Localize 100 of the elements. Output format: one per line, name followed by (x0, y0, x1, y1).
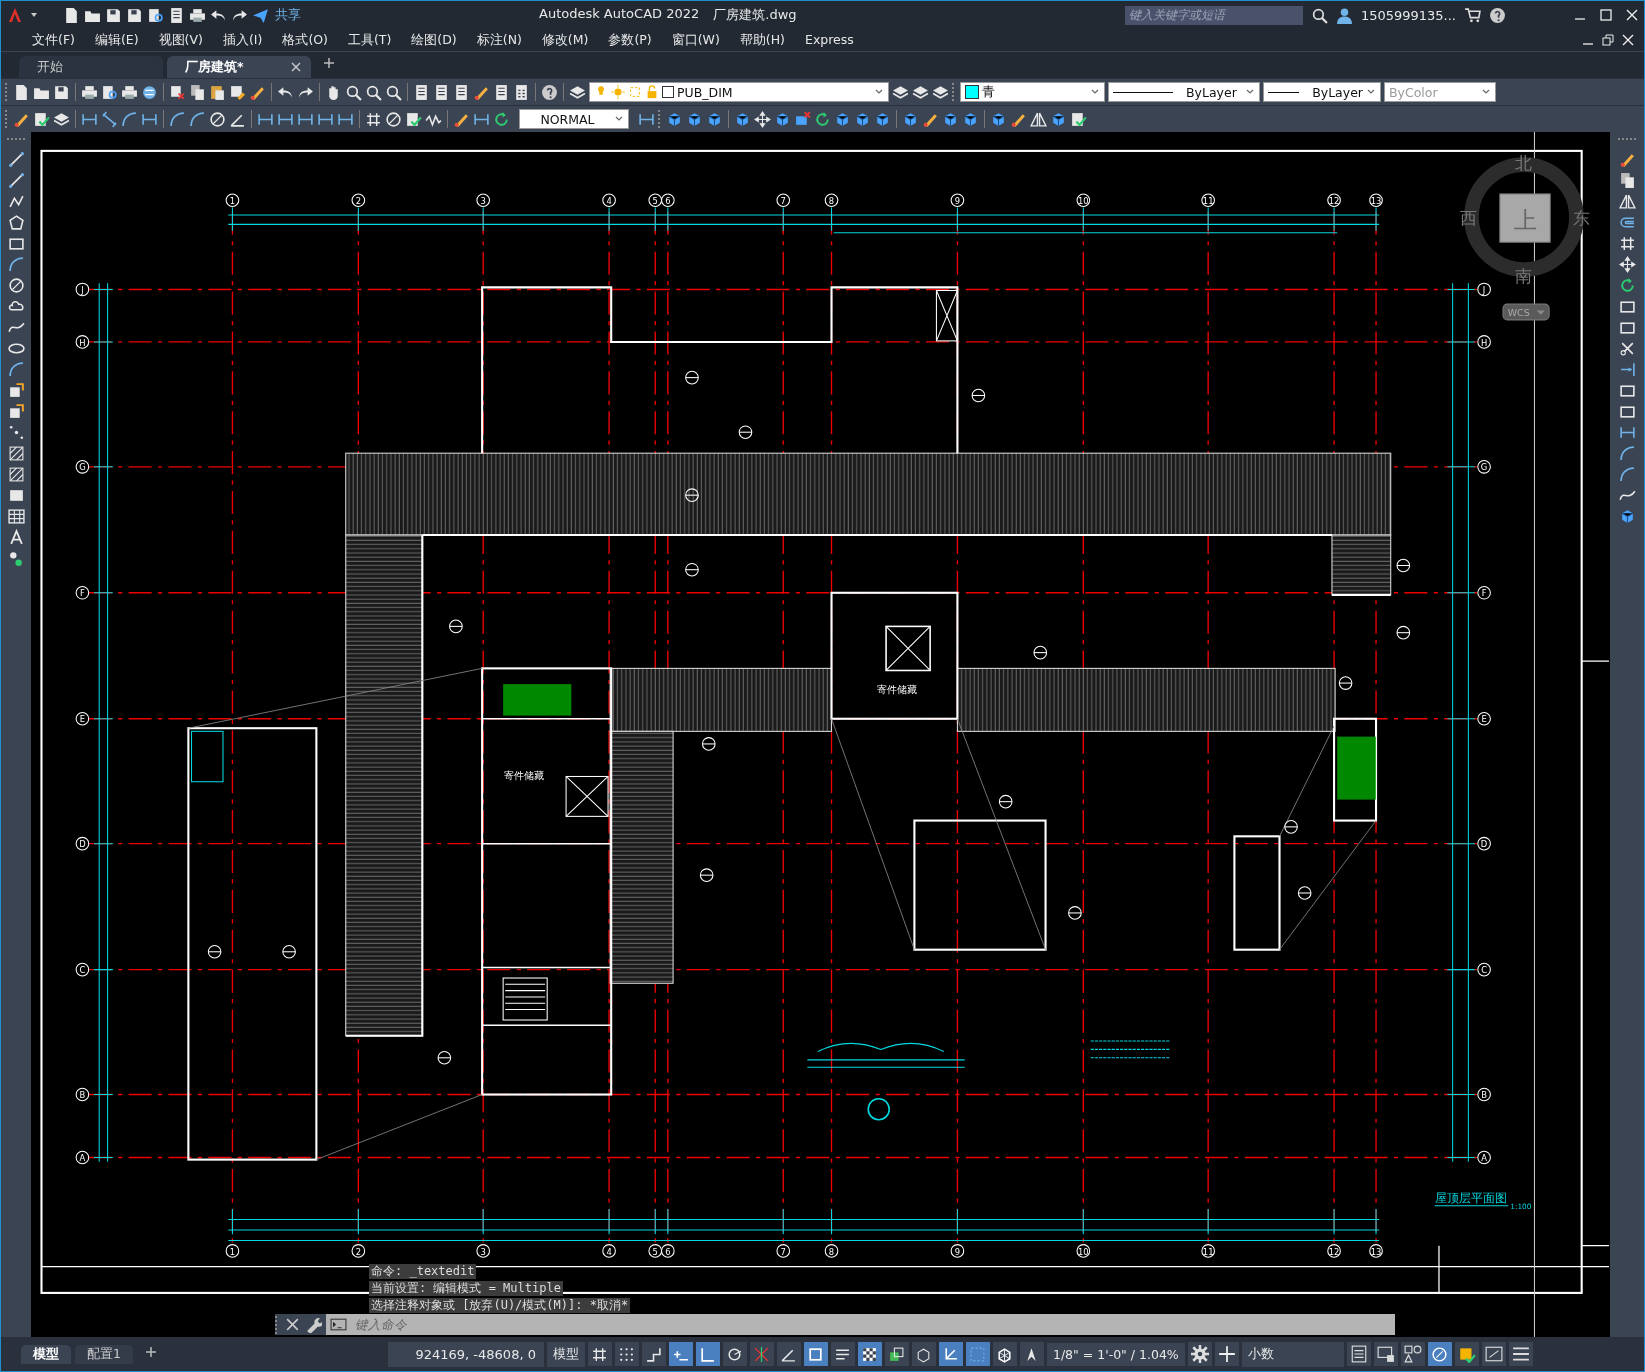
zoom-icon[interactable] (385, 83, 402, 101)
rect-icon[interactable] (1618, 403, 1636, 420)
print-icon[interactable] (81, 83, 98, 101)
linetype-dropdown[interactable]: ByLayer (1108, 82, 1260, 102)
move-icon[interactable] (754, 110, 771, 128)
settings-icon[interactable] (1187, 1342, 1212, 1366)
print-icon[interactable] (189, 6, 206, 24)
help-icon[interactable] (1489, 6, 1506, 24)
check-icon[interactable] (405, 110, 422, 128)
document-tab[interactable]: 开始 (19, 56, 163, 78)
app-logo-icon[interactable] (7, 7, 23, 23)
mirror-icon[interactable] (1618, 193, 1636, 210)
mirror-icon[interactable] (1030, 110, 1047, 128)
menu-item[interactable]: 窗口(W) (660, 31, 729, 49)
ellipse-icon[interactable] (7, 340, 25, 357)
units-dropdown[interactable]: 小数 (1241, 1341, 1344, 1367)
status-toggle[interactable] (992, 1342, 1017, 1366)
layout-tab[interactable]: 配置1 (75, 1344, 133, 1364)
polygon-icon[interactable] (7, 214, 25, 231)
restore-icon[interactable] (1602, 34, 1614, 46)
status-toggle[interactable] (695, 1342, 720, 1366)
close-icon[interactable] (284, 1316, 301, 1333)
search-field[interactable]: 键入关键字或短语 (1124, 5, 1303, 25)
rect-icon[interactable] (1618, 382, 1636, 399)
status-toggle[interactable] (641, 1342, 666, 1366)
status-toggle[interactable] (614, 1342, 639, 1366)
menu-item[interactable]: 视图(V) (147, 31, 212, 49)
layers-icon[interactable] (53, 110, 70, 128)
globe-icon[interactable] (141, 83, 158, 101)
status-toggle[interactable] (938, 1342, 963, 1366)
fullscreen-icon[interactable] (1481, 1342, 1506, 1366)
print-icon[interactable] (121, 83, 138, 101)
wrench-icon[interactable] (305, 1316, 322, 1333)
hatch-icon[interactable] (7, 466, 25, 483)
status-toggle[interactable] (587, 1342, 612, 1366)
menu-item[interactable]: 编辑(E) (83, 31, 148, 49)
arc-icon[interactable] (7, 256, 25, 273)
status-toggle[interactable] (776, 1342, 801, 1366)
rect-icon[interactable] (1618, 319, 1636, 336)
document-tab[interactable]: 厂房建筑* (167, 56, 311, 78)
help-icon[interactable] (541, 83, 558, 101)
hatch-icon[interactable] (7, 445, 25, 462)
status-toggle[interactable] (911, 1342, 936, 1366)
grid-icon[interactable] (1618, 235, 1636, 252)
properties-icon[interactable] (1346, 1342, 1371, 1366)
close-icon[interactable] (291, 62, 301, 72)
line-icon[interactable] (7, 172, 25, 189)
refresh-icon[interactable] (493, 110, 510, 128)
model-space-button[interactable]: 模型 (546, 1341, 585, 1367)
table-icon[interactable] (7, 508, 25, 525)
isolate-toggle[interactable] (1427, 1342, 1452, 1366)
brush-icon[interactable] (1618, 151, 1636, 168)
copy-icon[interactable] (189, 83, 206, 101)
status-toggle[interactable] (830, 1342, 855, 1366)
arc-icon[interactable] (1618, 445, 1636, 462)
status-toggle[interactable] (749, 1342, 774, 1366)
layers-icon[interactable] (932, 83, 949, 101)
compass-label[interactable]: 南 (1515, 266, 1533, 287)
status-toggle[interactable] (803, 1342, 828, 1366)
status-toggle[interactable] (884, 1342, 909, 1366)
calc-icon[interactable] (513, 83, 530, 101)
maximize-icon[interactable] (1600, 9, 1612, 21)
rect-icon[interactable] (7, 235, 25, 252)
zoom-icon[interactable] (345, 83, 362, 101)
arc-icon[interactable] (189, 110, 206, 128)
layers-icon[interactable] (569, 83, 586, 101)
menu-item[interactable]: 文件(F) (21, 31, 84, 49)
refresh-icon[interactable] (814, 110, 831, 128)
preview-icon[interactable] (147, 6, 164, 24)
circle-icon[interactable] (209, 110, 226, 128)
terminal-icon[interactable] (326, 1314, 351, 1335)
check-icon[interactable] (33, 110, 50, 128)
menu-item[interactable]: 参数(P) (597, 31, 661, 49)
extend-icon[interactable] (1618, 361, 1636, 378)
refresh-icon[interactable] (1618, 277, 1636, 294)
layout-tab[interactable]: 模型 (21, 1344, 71, 1364)
save-icon[interactable] (126, 6, 143, 24)
text-style-dropdown[interactable]: NORMAL (519, 109, 629, 129)
lineweight-dropdown[interactable]: ByLayer (1263, 82, 1381, 102)
color-dropdown[interactable]: 青 (960, 82, 1105, 102)
search-icon[interactable] (1310, 6, 1328, 24)
check-icon[interactable] (1070, 110, 1087, 128)
file-icon[interactable] (13, 83, 30, 101)
arc-icon[interactable] (7, 361, 25, 378)
trim-icon[interactable] (1618, 340, 1636, 357)
layer-dropdown[interactable]: PUB_DIM (589, 82, 889, 102)
circle-icon[interactable] (7, 277, 25, 294)
save-icon[interactable] (53, 83, 70, 101)
preview-icon[interactable] (101, 83, 118, 101)
plus-icon[interactable] (144, 1345, 157, 1358)
text-icon[interactable] (7, 529, 25, 546)
status-toggle[interactable] (668, 1342, 693, 1366)
layers-icon[interactable] (912, 83, 929, 101)
cut-icon[interactable] (169, 83, 186, 101)
shapes-icon[interactable] (1400, 1342, 1425, 1366)
user-icon[interactable] (1335, 6, 1353, 24)
menu-item[interactable]: 格式(O) (271, 31, 337, 49)
share-button[interactable]: 共享 (273, 6, 303, 24)
zoom-icon[interactable] (365, 83, 382, 101)
grid-icon[interactable] (365, 110, 382, 128)
